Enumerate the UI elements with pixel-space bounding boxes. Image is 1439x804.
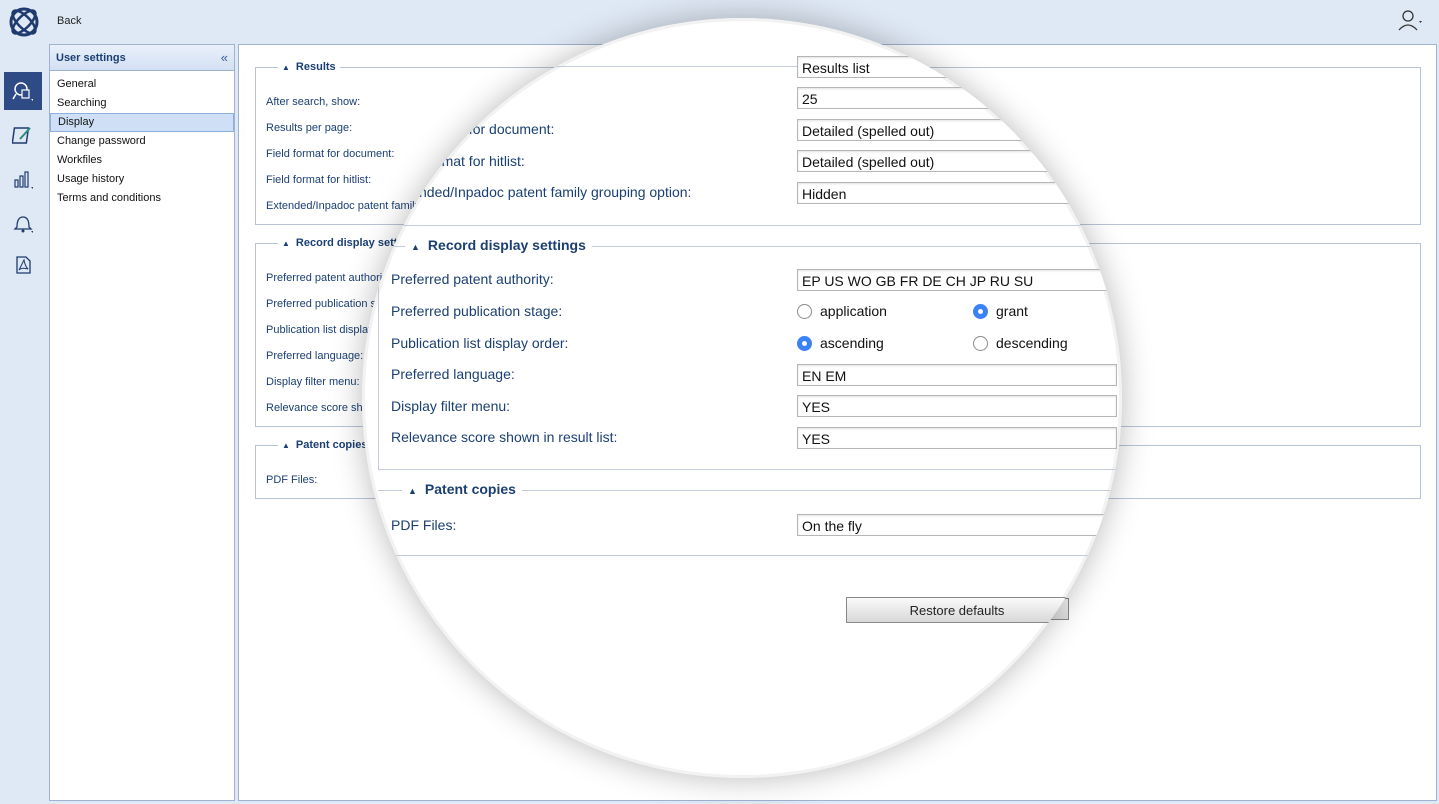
field-format-hitlist-select[interactable]: Detailed (spelled out): [797, 150, 1117, 172]
collapse-panel-icon[interactable]: «: [221, 50, 228, 65]
collapse-triangle-icon: ▲: [408, 486, 417, 496]
order-descending-radio[interactable]: descending: [973, 335, 1068, 351]
settings-nav-panel: User settings « General Searching Displa…: [49, 44, 235, 801]
magnifier-lens: Field format for document: Field format …: [362, 18, 1122, 778]
radio-off-icon: [973, 336, 988, 351]
family-grouping-label: Extended/Inpadoc patent family grouping …: [391, 184, 691, 200]
results-label: Field format for hitlist:: [266, 174, 371, 186]
edit-note-icon: [12, 124, 34, 146]
record-label: Display filter menu:: [266, 376, 360, 388]
collapse-triangle-icon: ▲: [282, 441, 290, 450]
radio-on-icon: [973, 304, 988, 319]
search-document-icon: [12, 80, 34, 102]
nav-item-searching[interactable]: Searching: [50, 94, 234, 113]
bell-icon: [12, 212, 34, 234]
pdf-files-select[interactable]: On the fly: [797, 514, 1117, 536]
back-link[interactable]: Back: [57, 15, 81, 27]
radio-on-icon: [797, 336, 812, 351]
nav-item-workfiles[interactable]: Workfiles: [50, 151, 234, 170]
order-ascending-radio[interactable]: ascending: [797, 335, 884, 351]
nav-item-change-password[interactable]: Change password: [50, 132, 234, 151]
rail-analytics-button[interactable]: [4, 160, 42, 198]
bar-chart-icon: [12, 168, 34, 190]
results-legend[interactable]: ▲Results: [278, 61, 340, 73]
field-format-document-label: Field format for document:: [391, 121, 554, 137]
relevance-score-label: Relevance score shown in result list:: [391, 429, 617, 445]
copies-label: PDF Files:: [266, 474, 317, 486]
nav-item-usage-history[interactable]: Usage history: [50, 170, 234, 189]
preferred-authority-label: Preferred patent authority:: [391, 271, 554, 287]
display-filter-select[interactable]: YES: [797, 395, 1117, 417]
preferred-language-label: Preferred language:: [391, 366, 515, 382]
preferred-authority-field[interactable]: EP US WO GB FR DE CH JP RU SU: [797, 269, 1117, 291]
family-grouping-select[interactable]: Hidden: [797, 182, 1117, 204]
stage-application-radio[interactable]: application: [797, 303, 887, 319]
radio-off-icon: [797, 304, 812, 319]
settings-nav-title: User settings: [56, 52, 126, 64]
display-order-label: Publication list display order:: [391, 335, 568, 351]
left-rail: [0, 44, 46, 804]
pdf-icon: [12, 254, 34, 276]
collapse-triangle-icon: ▲: [282, 63, 290, 72]
pdf-files-label: PDF Files:: [391, 517, 456, 533]
relevance-score-select[interactable]: YES: [797, 427, 1117, 449]
nav-item-general[interactable]: General: [50, 75, 234, 94]
rail-pdf-button[interactable]: [4, 246, 42, 284]
results-per-page-field[interactable]: 25: [797, 87, 1117, 109]
copies-legend[interactable]: ▲Patent copies: [402, 481, 522, 497]
rail-alerts-button[interactable]: [4, 204, 42, 242]
display-filter-label: Display filter menu:: [391, 398, 510, 414]
record-label: Preferred language:: [266, 350, 363, 362]
app-logo-icon[interactable]: [8, 6, 40, 38]
results-label: After search, show:: [266, 96, 360, 108]
collapse-triangle-icon: ▲: [282, 239, 290, 248]
after-search-select[interactable]: Results list: [797, 56, 1117, 78]
collapse-triangle-icon: ▲: [411, 242, 420, 252]
results-label: Results per page:: [266, 122, 352, 134]
field-format-hitlist-label: Field format for hitlist:: [391, 153, 525, 169]
nav-item-display[interactable]: Display: [50, 113, 234, 132]
restore-defaults-button[interactable]: Restore defaults: [846, 597, 1068, 623]
publication-stage-label: Preferred publication stage:: [391, 303, 562, 319]
record-legend[interactable]: ▲Record display settings: [405, 237, 592, 253]
rail-edit-button[interactable]: [4, 116, 42, 154]
preferred-language-field[interactable]: EN EM: [797, 364, 1117, 386]
copies-legend[interactable]: ▲Patent copies: [278, 439, 371, 451]
magnified-content: Field format for document: Field format …: [362, 18, 1122, 778]
nav-item-terms[interactable]: Terms and conditions: [50, 189, 234, 208]
user-account-icon[interactable]: [1397, 8, 1425, 32]
field-format-document-select[interactable]: Detailed (spelled out): [797, 119, 1117, 141]
stage-grant-radio[interactable]: grant: [973, 303, 1028, 319]
settings-nav-header: User settings «: [50, 45, 234, 71]
settings-nav-list: General Searching Display Change passwor…: [50, 75, 234, 208]
rail-search-button[interactable]: [4, 72, 42, 110]
